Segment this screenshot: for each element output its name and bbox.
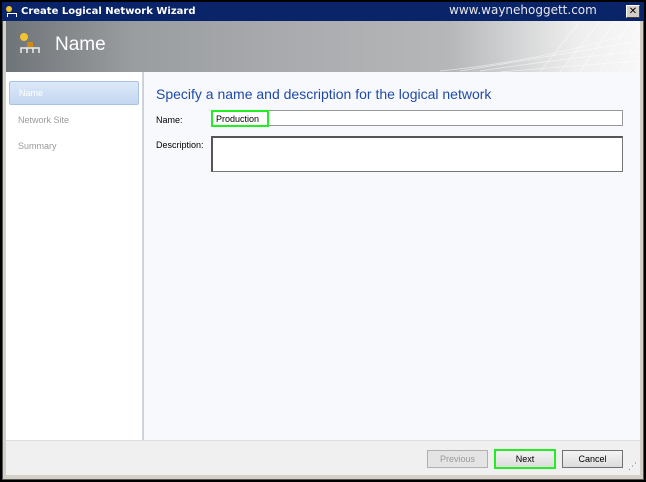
wizard-footer: Previous Next Cancel ⋰: [6, 440, 640, 475]
close-button[interactable]: ✕: [626, 5, 640, 18]
previous-button[interactable]: Previous: [427, 450, 488, 468]
name-input[interactable]: [211, 110, 269, 127]
wizard-header: Name: [6, 21, 640, 72]
description-label: Description:: [156, 140, 204, 150]
description-input[interactable]: [211, 136, 623, 172]
watermark: www.waynehoggett.com: [449, 3, 597, 17]
step-name[interactable]: Name: [9, 81, 139, 105]
logical-network-icon: [20, 33, 40, 53]
wizard-steps: Name Network Site Summary: [6, 72, 143, 440]
resize-grip-icon[interactable]: ⋰: [628, 462, 637, 472]
name-field-box: [211, 110, 623, 127]
window-title: Create Logical Network Wizard: [21, 6, 196, 17]
step-summary[interactable]: Summary: [9, 133, 139, 157]
wizard-content: Specify a name and description for the l…: [144, 72, 640, 440]
step-network-site[interactable]: Network Site: [9, 107, 139, 131]
cancel-button[interactable]: Cancel: [562, 450, 623, 468]
page-title: Name: [55, 34, 106, 55]
title-bar: Create Logical Network Wizard www.wayneh…: [2, 2, 644, 21]
decorative-mesh-icon: [440, 21, 640, 72]
name-label: Name:: [156, 115, 183, 125]
logical-network-icon: [6, 5, 18, 18]
section-heading: Specify a name and description for the l…: [156, 86, 492, 102]
next-button[interactable]: Next: [494, 449, 556, 469]
